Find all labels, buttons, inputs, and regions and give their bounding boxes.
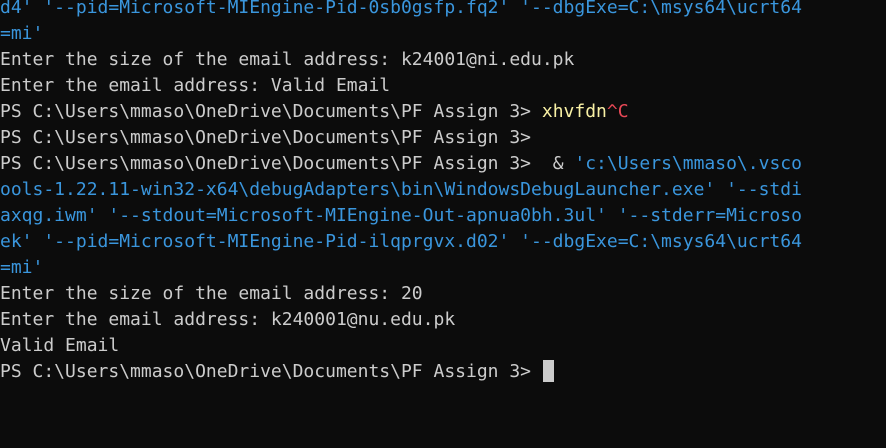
terminal-text: =mi' [0, 257, 44, 278]
terminal-line: ools-1.22.11-win32-x64\debugAdapters\bin… [0, 177, 802, 203]
terminal-text: PS C:\Users\mmaso\OneDrive\Documents\PF … [0, 153, 553, 174]
terminal-text: PS C:\Users\mmaso\OneDrive\Documents\PF … [0, 361, 542, 382]
terminal-text: PS C:\Users\mmaso\OneDrive\Documents\PF … [0, 101, 542, 122]
terminal-line: axqg.iwm' '--stdout=Microsoft-MIEngine-O… [0, 203, 802, 229]
terminal-text: Enter the size of the email address: 20 [0, 283, 423, 304]
terminal-text: Enter the size of the email address: k24… [0, 49, 575, 70]
text-cursor [542, 360, 554, 382]
terminal-text: ek' '--pid=Microsoft-MIEngine-Pid-ilqprg… [0, 231, 802, 252]
terminal-line: =mi' [0, 255, 802, 281]
terminal-output[interactable]: d4' '--pid=Microsoft-MIEngine-Pid-0sb0gs… [0, 0, 886, 448]
terminal-text: PS C:\Users\mmaso\OneDrive\Documents\PF … [0, 127, 532, 148]
terminal-line: Enter the email address: k240001@nu.edu.… [0, 307, 802, 333]
terminal-line: PS C:\Users\mmaso\OneDrive\Documents\PF … [0, 99, 802, 125]
terminal-line: Enter the email address: Valid Email [0, 73, 802, 99]
terminal-text: =mi' [0, 23, 44, 44]
terminal-text: ^C [606, 101, 629, 122]
terminal-line: d4' '--pid=Microsoft-MIEngine-Pid-0sb0gs… [0, 0, 802, 21]
terminal-text: xhvfdn [541, 101, 607, 122]
terminal-text: Enter the email address: Valid Email [0, 75, 391, 96]
terminal-line: PS C:\Users\mmaso\OneDrive\Documents\PF … [0, 359, 802, 385]
terminal-line: ek' '--pid=Microsoft-MIEngine-Pid-ilqprg… [0, 229, 802, 255]
terminal-text: d4' '--pid=Microsoft-MIEngine-Pid-0sb0gs… [0, 0, 802, 18]
terminal-line: PS C:\Users\mmaso\OneDrive\Documents\PF … [0, 151, 802, 177]
terminal-line: =mi' [0, 21, 802, 47]
terminal-line: Enter the size of the email address: 20 [0, 281, 802, 307]
terminal-text: Valid Email [0, 335, 120, 356]
terminal-lines: d4' '--pid=Microsoft-MIEngine-Pid-0sb0gs… [0, 0, 802, 385]
terminal-text: & [552, 153, 575, 174]
terminal-text: 'c:\Users\mmaso\.vsco [574, 153, 802, 174]
terminal-text: ools-1.22.11-win32-x64\debugAdapters\bin… [0, 179, 802, 200]
terminal-line: PS C:\Users\mmaso\OneDrive\Documents\PF … [0, 125, 802, 151]
terminal-line: Valid Email [0, 333, 802, 359]
terminal-line: Enter the size of the email address: k24… [0, 47, 802, 73]
terminal-text: axqg.iwm' '--stdout=Microsoft-MIEngine-O… [0, 205, 802, 226]
terminal-text: Enter the email address: k240001@nu.edu.… [0, 309, 456, 330]
